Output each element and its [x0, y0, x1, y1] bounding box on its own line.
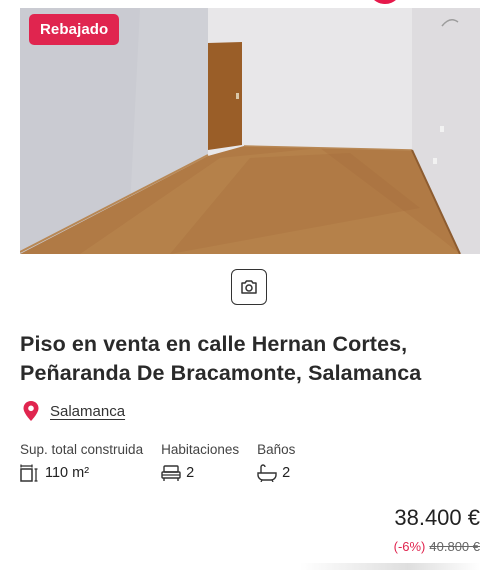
bed-icon	[161, 465, 181, 481]
gallery-button[interactable]	[231, 269, 267, 305]
feature-area: Sup. total construida 110 m²	[20, 442, 143, 482]
feature-bathrooms: Baños 2	[257, 442, 295, 482]
feature-label: Sup. total construida	[20, 442, 144, 457]
area-icon	[20, 464, 38, 482]
listing-location[interactable]: Salamanca	[22, 400, 125, 422]
previous-price: (-6%) 40.800 €	[394, 539, 480, 554]
bathtub-icon	[257, 464, 277, 482]
feature-value: 2	[282, 465, 291, 481]
listing-title[interactable]: Piso en venta en calle Hernan Cortes, Pe…	[20, 330, 490, 388]
location-pin-icon	[23, 401, 39, 421]
features-list: Sup. total construida 110 m² Habitacione…	[20, 442, 313, 482]
location-link[interactable]: Salamanca	[50, 403, 125, 420]
camera-icon	[241, 280, 257, 294]
discount-badge: Rebajado	[29, 14, 120, 45]
next-card-edge	[300, 563, 480, 570]
listing-price: 38.400 €	[394, 505, 480, 530]
feature-value: 2	[186, 465, 195, 481]
feature-label: Baños	[257, 442, 296, 457]
old-price: 40.800 €	[429, 539, 480, 554]
feature-value: 110 m²	[45, 465, 90, 481]
discount-percent: (-6%)	[393, 539, 426, 554]
feature-label: Habitaciones	[161, 442, 240, 457]
listing-card[interactable]: Rebajado Piso en venta en calle Hernan C…	[0, 0, 500, 570]
top-indicator	[368, 0, 402, 4]
feature-bedrooms: Habitaciones 2	[161, 442, 239, 482]
